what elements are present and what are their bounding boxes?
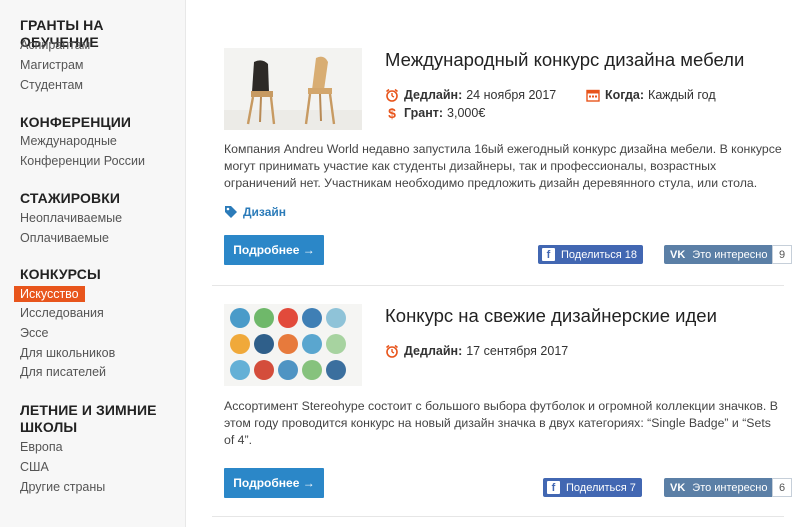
- deadline-label: Дедлайн:: [404, 344, 463, 358]
- when-value: Каждый год: [648, 88, 716, 102]
- when-label: Когда:: [605, 88, 645, 102]
- deadline-row: Дедлайн: 24 ноября 2017: [385, 88, 556, 102]
- vk-like-button[interactable]: VK Это интересно: [664, 245, 774, 264]
- sidebar-item-essay[interactable]: Эссе: [20, 326, 48, 341]
- more-button[interactable]: Подробнее →: [224, 468, 324, 498]
- sidebar-item-russia-conferences[interactable]: Конференции России: [20, 154, 145, 169]
- sidebar-item-unpaid[interactable]: Неоплачиваемые: [20, 211, 122, 226]
- contest-card: Международный конкурс дизайна мебели Дед…: [212, 48, 792, 278]
- card-divider: [212, 285, 784, 286]
- sidebar-item-masters[interactable]: Магистрам: [20, 58, 84, 73]
- card-thumbnail-chairs[interactable]: [224, 48, 362, 130]
- facebook-icon: f: [542, 248, 555, 261]
- deadline-row: Дедлайн: 17 сентября 2017: [385, 344, 568, 358]
- vk-like-count: 6: [772, 478, 792, 497]
- dollar-icon: $: [388, 105, 396, 121]
- facebook-share-label: Поделиться 7: [566, 481, 636, 494]
- chairs-image: [224, 48, 362, 130]
- card-divider: [212, 516, 784, 517]
- sidebar-item-graduate[interactable]: Аспирантам: [20, 38, 90, 53]
- contest-card: Конкурс на свежие дизайнерские идеи Дедл…: [212, 304, 792, 504]
- section-title-summer-schools-line2[interactable]: ШКОЛЫ: [20, 419, 77, 436]
- tag-design[interactable]: Дизайн: [224, 205, 286, 219]
- vk-like-button[interactable]: VK Это интересно: [664, 478, 774, 497]
- calendar-icon: [586, 88, 600, 102]
- sidebar-item-art[interactable]: Искусство: [14, 286, 85, 302]
- deadline-label: Дедлайн:: [404, 88, 463, 102]
- card-thumbnail-badges[interactable]: [224, 304, 362, 386]
- section-title-summer-schools-line1[interactable]: ЛЕТНИЕ И ЗИМНИЕ: [20, 402, 157, 419]
- tag-icon: [225, 206, 237, 218]
- facebook-share-button[interactable]: f Поделиться 7: [543, 478, 642, 497]
- section-title-conferences[interactable]: КОНФЕРЕНЦИИ: [20, 114, 131, 131]
- facebook-icon: f: [547, 481, 560, 494]
- sidebar-item-research[interactable]: Исследования: [20, 306, 104, 321]
- vk-like-count: 9: [772, 245, 792, 264]
- vk-like-label: Это интересно: [692, 248, 768, 261]
- vk-icon: VK: [670, 481, 686, 494]
- more-button[interactable]: Подробнее →: [224, 235, 324, 265]
- sidebar: ГРАНТЫ НА ОБУЧЕНИЕ Аспирантам Магистрам …: [0, 0, 186, 527]
- deadline-value: 24 ноября 2017: [466, 88, 557, 102]
- grant-label: Грант:: [404, 106, 444, 120]
- sidebar-item-international[interactable]: Международные: [20, 134, 117, 149]
- tag-label: Дизайн: [243, 205, 287, 219]
- sidebar-item-europe[interactable]: Европа: [20, 440, 63, 455]
- deadline-value: 17 сентября 2017: [466, 344, 569, 358]
- grant-value: 3,000€: [447, 106, 486, 120]
- vk-like-label: Это интересно: [692, 481, 768, 494]
- sidebar-item-paid[interactable]: Оплачиваемые: [20, 231, 109, 246]
- facebook-share-label: Поделиться 18: [561, 248, 638, 261]
- facebook-share-button[interactable]: f Поделиться 18: [538, 245, 644, 264]
- card-description: Компания Andreu World недавно запустила …: [224, 142, 782, 190]
- sidebar-item-schoolchildren[interactable]: Для школьников: [20, 346, 115, 361]
- alarm-clock-icon: [385, 88, 399, 102]
- sidebar-item-usa[interactable]: США: [20, 460, 49, 475]
- when-row: Когда: Каждый год: [586, 88, 716, 102]
- vk-icon: VK: [670, 248, 686, 261]
- section-title-contests[interactable]: КОНКУРСЫ: [20, 266, 101, 283]
- badges-image: [224, 304, 362, 386]
- sidebar-item-other-countries[interactable]: Другие страны: [20, 480, 105, 495]
- alarm-clock-icon: [385, 344, 399, 358]
- card-title[interactable]: Международный конкурс дизайна мебели: [385, 49, 744, 71]
- section-title-internships[interactable]: СТАЖИРОВКИ: [20, 190, 120, 207]
- card-title[interactable]: Конкурс на свежие дизайнерские идеи: [385, 305, 717, 327]
- grant-row: $ Грант: 3,000€: [385, 105, 486, 121]
- sidebar-item-students[interactable]: Студентам: [20, 78, 83, 93]
- card-description: Ассортимент Stereohype состоит с большог…: [224, 399, 778, 447]
- sidebar-item-writers[interactable]: Для писателей: [20, 365, 106, 380]
